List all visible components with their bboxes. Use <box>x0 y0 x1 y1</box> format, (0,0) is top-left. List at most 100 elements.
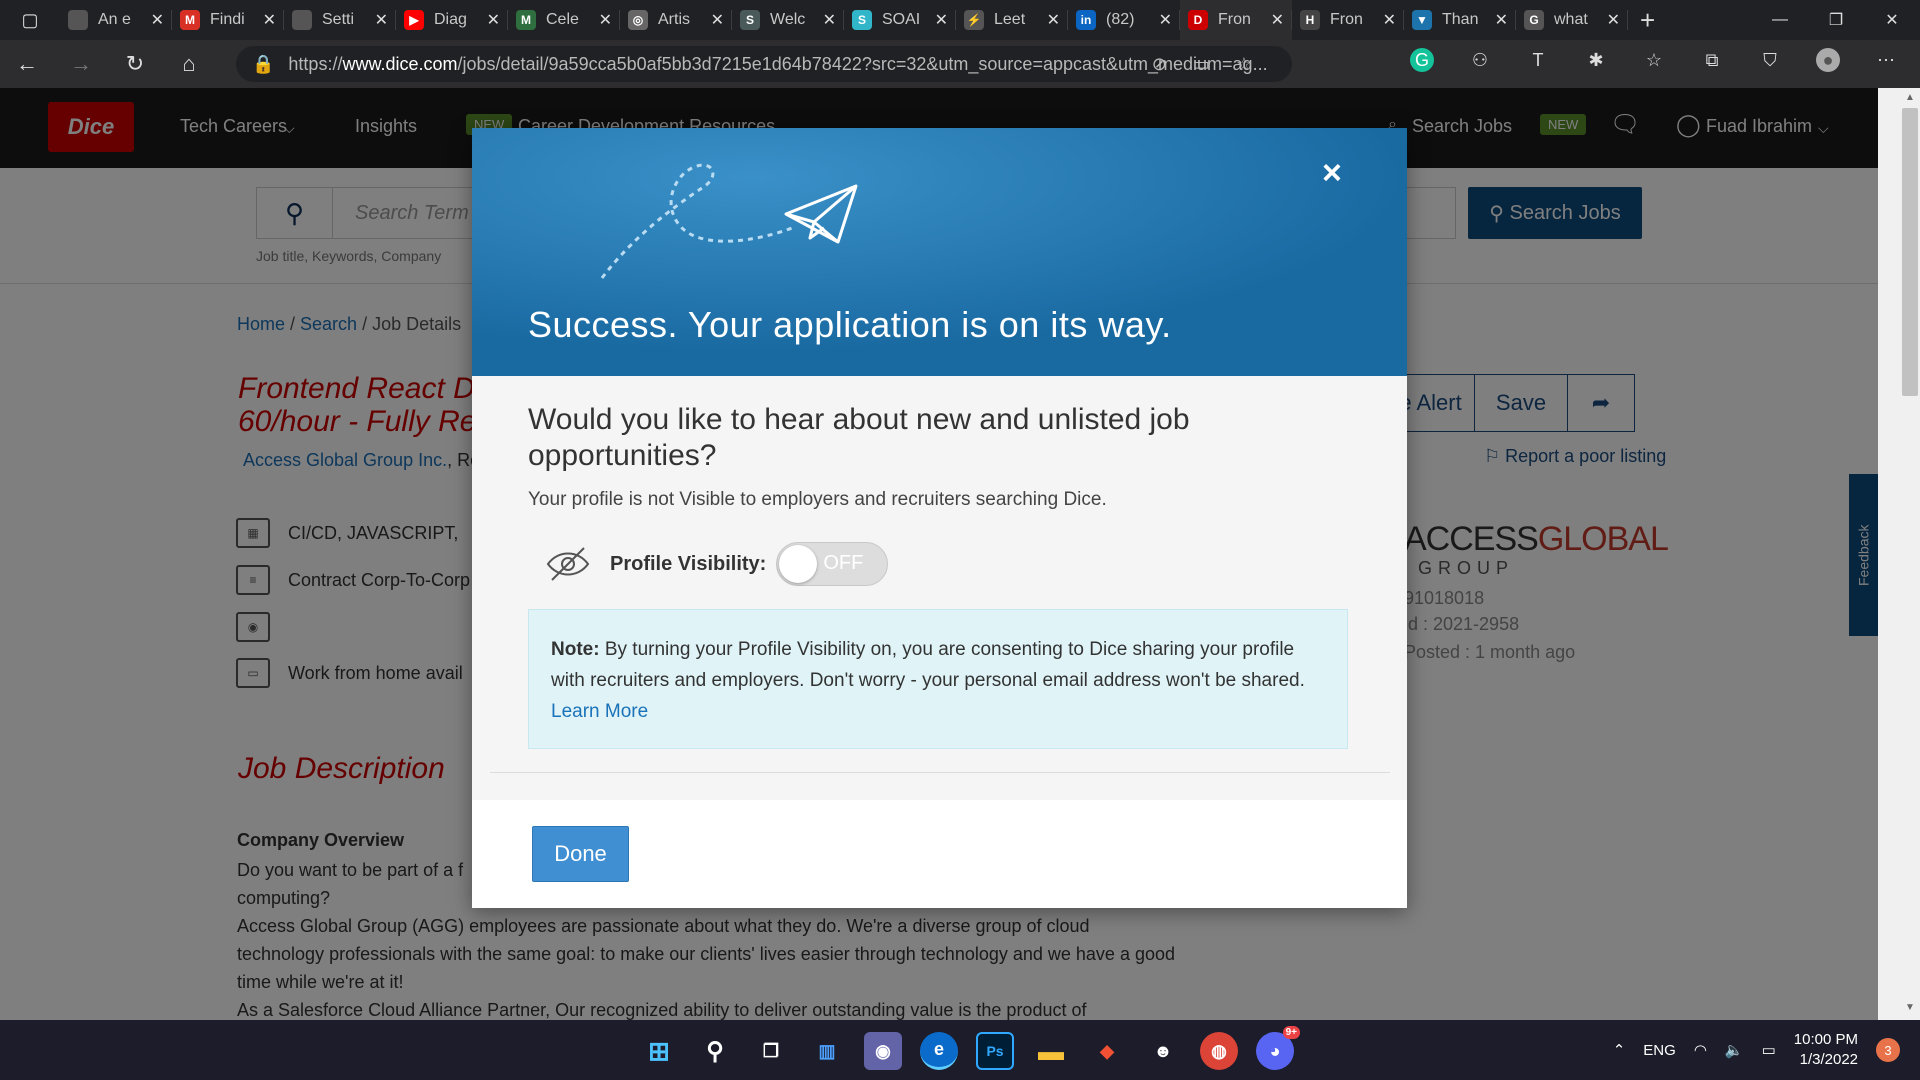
back-icon[interactable]: ← <box>0 40 54 88</box>
browser-tab[interactable]: ⚡ Leet ✕ <box>956 0 1068 40</box>
extension-icon-2[interactable]: T <box>1526 48 1550 72</box>
browser-tab[interactable]: ▼ Than ✕ <box>1404 0 1516 40</box>
windows-taskbar: ⊞ ⚲ ❐ ▥ ◉ e Ps ▬ ◆ ☻ ◍ ◕ 9+ ⌃ ENG ◠ 🔈 ▭ 1… <box>0 1020 1920 1080</box>
discord-icon[interactable]: ◕ 9+ <box>1256 1026 1300 1070</box>
wifi-icon[interactable]: ◠ <box>1694 1041 1707 1059</box>
tab-close-icon[interactable]: ✕ <box>1495 10 1508 30</box>
battery-icon[interactable]: ▭ <box>1762 1041 1776 1059</box>
refresh-icon[interactable]: ↻ <box>108 40 162 88</box>
chrome-icon[interactable]: ◍ <box>1200 1032 1238 1070</box>
language-indicator[interactable]: ENG <box>1643 1042 1676 1059</box>
favorites-icon[interactable]: ☆ <box>1642 48 1666 72</box>
tab-favicon-icon: H <box>1300 10 1320 30</box>
browser-tab[interactable]: ◎ Artis ✕ <box>620 0 732 40</box>
scroll-down-icon[interactable]: ▼ <box>1902 1002 1918 1013</box>
page-content: Dice Tech Careers ⌵ Insights NEW Career … <box>0 88 1878 1020</box>
more-icon[interactable]: ⋯ <box>1874 48 1898 72</box>
tab-close-icon[interactable]: ✕ <box>711 10 724 30</box>
start-icon[interactable]: ⊞ <box>640 1032 678 1070</box>
browser-tab[interactable]: ▶ Diag ✕ <box>396 0 508 40</box>
tab-close-icon[interactable]: ✕ <box>487 10 500 30</box>
clock-date: 1/3/2022 <box>1799 1051 1858 1068</box>
browser-tab-bar: ▢ An e ✕ M Findi ✕ Setti ✕ ▶ Diag ✕ M Cele ✕ ◎ Artis ✕ S… <box>0 0 1920 40</box>
scroll-thumb[interactable] <box>1902 108 1918 396</box>
shield-icon[interactable]: ⛉ <box>1758 48 1782 72</box>
grammarly-icon[interactable]: G <box>1410 48 1434 72</box>
tab-close-icon[interactable]: ✕ <box>1271 10 1284 30</box>
browser-tab[interactable]: M Cele ✕ <box>508 0 620 40</box>
url-field[interactable]: 🔒 https://www.dice.com/jobs/detail/9a59c… <box>236 46 1292 82</box>
widgets-icon[interactable]: ▥ <box>808 1032 846 1070</box>
tab-favicon-icon: in <box>1076 10 1096 30</box>
app-icon[interactable]: ☻ <box>1144 1032 1182 1070</box>
profile-visibility-toggle[interactable]: OFF <box>776 542 889 586</box>
application-success-modal: × Success. Your application is on its wa… <box>472 128 1407 908</box>
tab-favicon-icon <box>68 10 88 30</box>
close-window-icon[interactable]: ✕ <box>1864 0 1920 40</box>
extension-icon[interactable]: ⚇ <box>1468 48 1492 72</box>
tab-title: Diag <box>434 11 467 28</box>
tab-title: Fron <box>1330 11 1363 28</box>
tab-close-icon[interactable]: ✕ <box>1383 10 1396 30</box>
note-label: Note: <box>551 639 600 660</box>
home-icon[interactable]: ⌂ <box>162 40 216 88</box>
tab-close-icon[interactable]: ✕ <box>823 10 836 30</box>
browser-tab[interactable]: D Fron ✕ <box>1180 0 1292 40</box>
tab-title: Fron <box>1218 11 1251 28</box>
minimize-icon[interactable]: — <box>1752 0 1808 40</box>
volume-icon[interactable]: 🔈 <box>1725 1041 1744 1059</box>
tab-close-icon[interactable]: ✕ <box>1047 10 1060 30</box>
tab-favicon-icon: G <box>1524 10 1544 30</box>
close-icon[interactable]: × <box>1322 154 1342 193</box>
system-tray: ⌃ ENG ◠ 🔈 ▭ 10:00 PM 1/3/2022 3 <box>1613 1020 1900 1080</box>
clock[interactable]: 10:00 PM 1/3/2022 <box>1794 1030 1858 1070</box>
puzzle-icon[interactable]: ✱ <box>1584 48 1608 72</box>
notification-badge[interactable]: 3 <box>1876 1038 1900 1062</box>
address-bar-row: ← → ↻ ⌂ 🔒 https://www.dice.com/jobs/deta… <box>0 40 1920 88</box>
reader-icon[interactable]: ▭ <box>1193 54 1210 75</box>
browser-tab[interactable]: An e ✕ <box>60 0 172 40</box>
tab-close-icon[interactable]: ✕ <box>263 10 276 30</box>
favorite-add-icon[interactable]: ☆ <box>1236 54 1252 75</box>
page-scrollbar[interactable]: ▲ ▼ <box>1878 88 1920 1020</box>
browser-tab[interactable]: Gwhat ✕ <box>1516 0 1628 40</box>
tab-close-icon[interactable]: ✕ <box>375 10 388 30</box>
browser-tab[interactable]: S SOAI ✕ <box>844 0 956 40</box>
browser-tab[interactable]: M Findi ✕ <box>172 0 284 40</box>
tab-actions-icon[interactable]: ▢ <box>0 0 60 40</box>
tab-close-icon[interactable]: ✕ <box>151 10 164 30</box>
browser-tab[interactable]: Setti ✕ <box>284 0 396 40</box>
photoshop-icon[interactable]: Ps <box>976 1032 1014 1070</box>
tab-close-icon[interactable]: ✕ <box>599 10 612 30</box>
tab-close-icon[interactable]: ✕ <box>1607 10 1620 30</box>
tab-favicon-icon: ◎ <box>628 10 648 30</box>
collections-icon[interactable]: ⧉ <box>1700 48 1724 72</box>
tracking-icon[interactable]: ⊘ <box>1152 54 1167 75</box>
tab-close-icon[interactable]: ✕ <box>1159 10 1172 30</box>
tab-title: An e <box>98 11 131 28</box>
search-icon[interactable]: ⚲ <box>696 1032 734 1070</box>
browser-tab[interactable]: H Fron ✕ <box>1292 0 1404 40</box>
browser-tab[interactable]: S Welc ✕ <box>732 0 844 40</box>
new-tab-button[interactable]: + <box>1640 5 1655 36</box>
browser-tab[interactable]: in (82) ✕ <box>1068 0 1180 40</box>
edge-icon[interactable]: e <box>920 1032 958 1070</box>
done-button[interactable]: Done <box>532 826 629 882</box>
teams-chat-icon[interactable]: ◉ <box>864 1032 902 1070</box>
task-view-icon[interactable]: ❐ <box>752 1032 790 1070</box>
profile-visibility-label: Profile Visibility: <box>610 552 767 575</box>
visibility-row: Profile Visibility: OFF <box>544 542 889 586</box>
file-explorer-icon[interactable]: ▬ <box>1032 1032 1070 1070</box>
tab-title: (82) <box>1106 11 1135 28</box>
scroll-up-icon[interactable]: ▲ <box>1902 92 1918 103</box>
tab-favicon-icon: ▶ <box>404 10 424 30</box>
tab-close-icon[interactable]: ✕ <box>935 10 948 30</box>
restore-icon[interactable]: ❐ <box>1808 0 1864 40</box>
git-icon[interactable]: ◆ <box>1088 1032 1126 1070</box>
learn-more-link[interactable]: Learn More <box>551 701 648 722</box>
tab-title: SOAI <box>882 11 921 28</box>
modal-divider <box>490 772 1390 773</box>
forward-icon[interactable]: → <box>54 40 108 88</box>
chevron-up-icon[interactable]: ⌃ <box>1613 1041 1626 1059</box>
profile-avatar[interactable]: ● <box>1816 48 1840 72</box>
